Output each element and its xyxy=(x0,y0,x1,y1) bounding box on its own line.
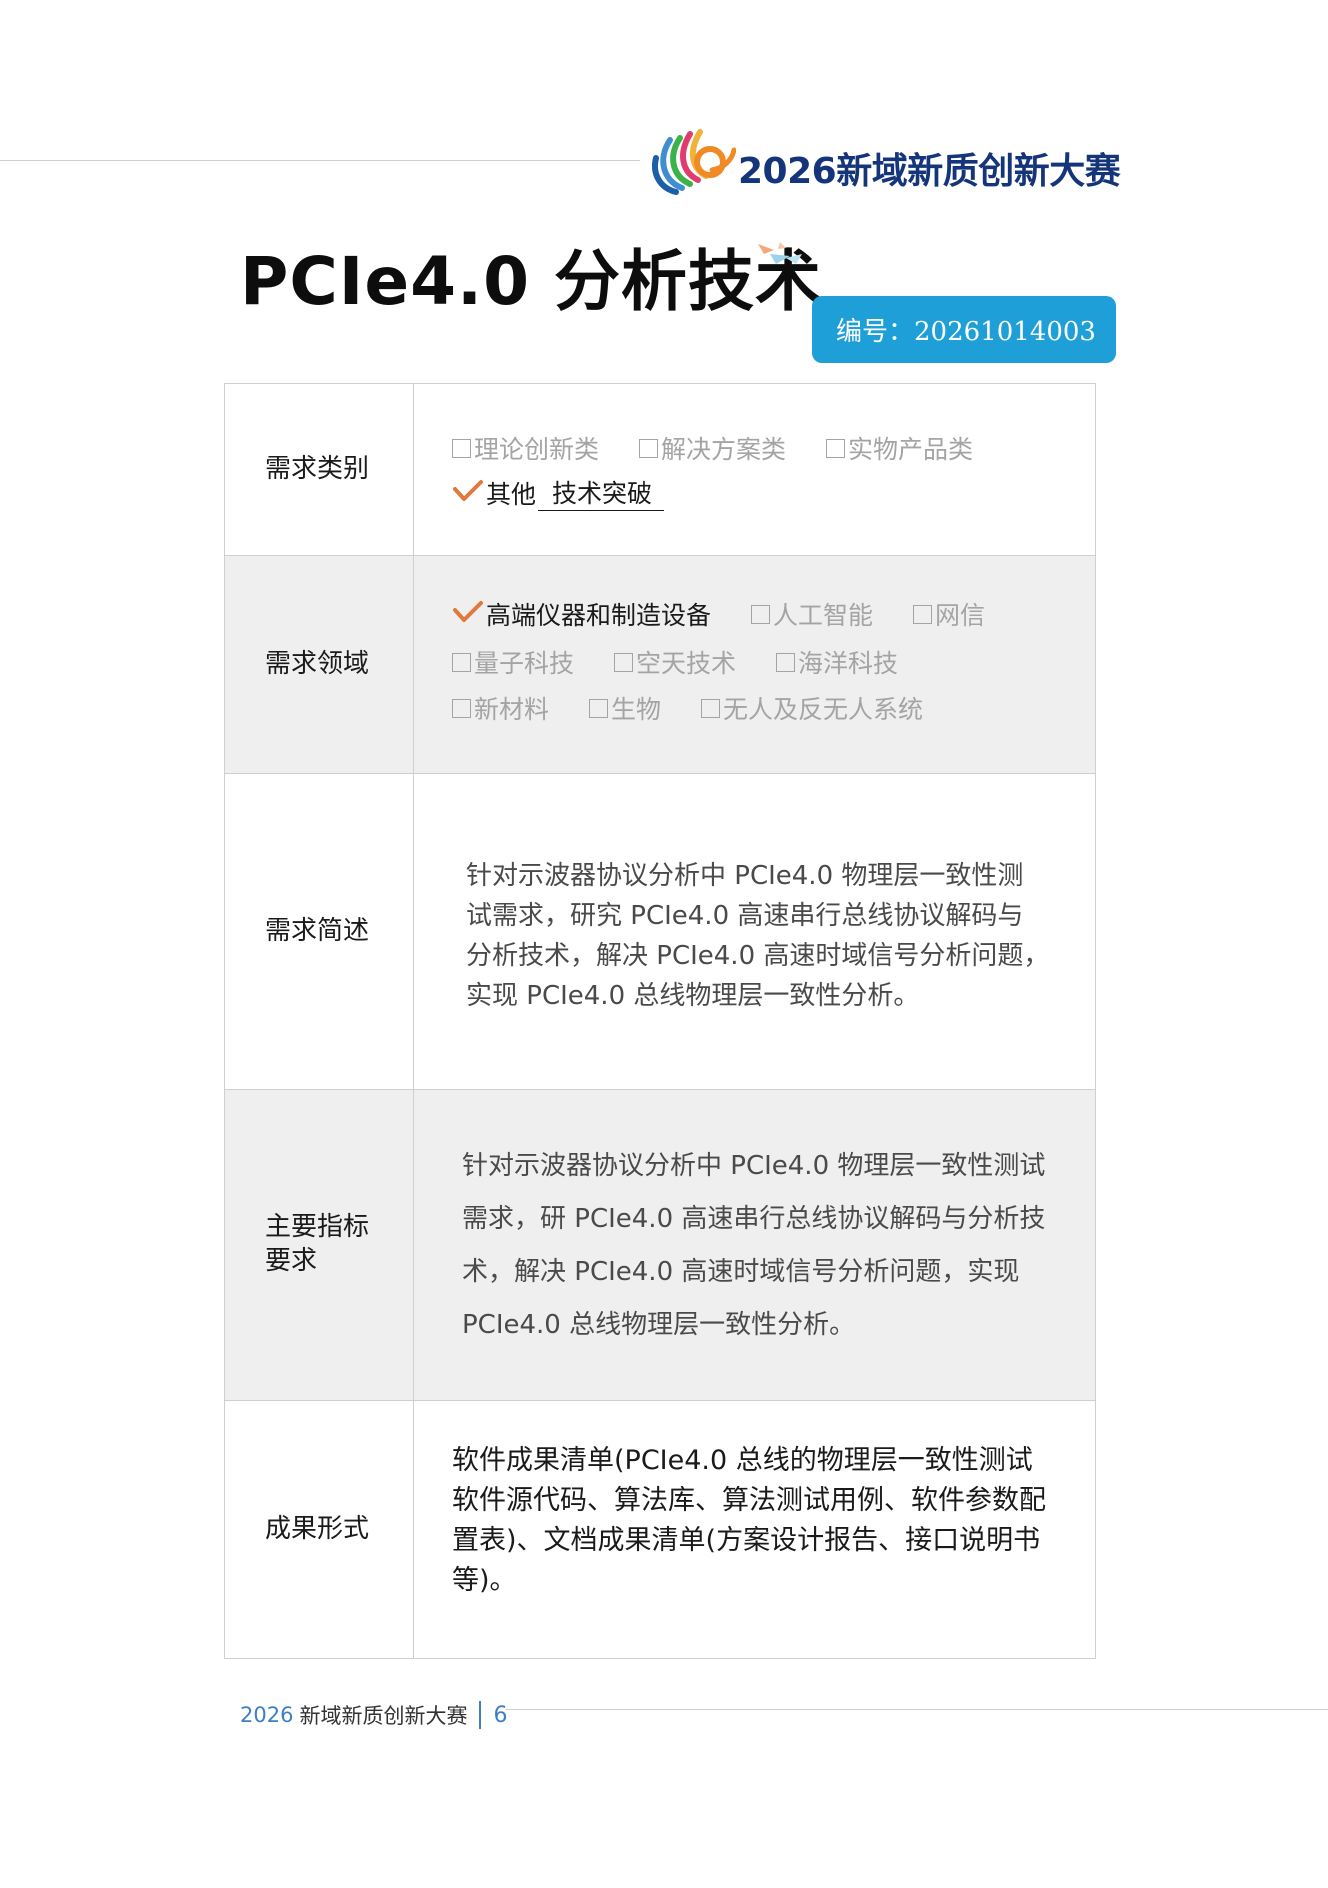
table-row-field: 需求领域 高端仪器和制造设备 人工智能 网信 量子科技 空天技术 海洋科技 新材… xyxy=(225,556,1095,774)
row-label: 需求简述 xyxy=(225,774,414,1089)
row-label: 需求类别 xyxy=(225,384,414,555)
deliverable-line: 软件源代码、算法库、算法测试用例、软件参数配 xyxy=(452,1485,1046,1516)
option-ocean[interactable]: 海洋科技 xyxy=(776,644,898,680)
page-title: PCIe4.0 分析技术 xyxy=(240,243,823,320)
row-content: 针对示波器协议分析中 PCIe4.0 物理层一致性测试 需求，研 PCIe4.0… xyxy=(414,1090,1095,1400)
deliverable-line: 等)。 xyxy=(452,1565,517,1596)
option-ai[interactable]: 人工智能 xyxy=(751,596,873,632)
table-row-category: 需求类别 理论创新类 解决方案类 实物产品类 其他 技术突破 xyxy=(225,384,1095,556)
footer-divider xyxy=(506,1709,1328,1710)
option-new-materials[interactable]: 新材料 xyxy=(452,690,549,726)
option-unmanned[interactable]: 无人及反无人系统 xyxy=(701,690,923,726)
footer-separator xyxy=(479,1701,482,1729)
option-solution[interactable]: 解决方案类 xyxy=(639,430,786,466)
brand-title: 2026新域新质创新大赛 xyxy=(738,151,1121,192)
indicator-line: 需求，研 PCIe4.0 高速串行总线协议解码与分析技 xyxy=(462,1204,1046,1234)
checkbox-icon xyxy=(614,652,634,672)
checkbox-icon xyxy=(701,698,721,718)
row-content: 针对示波器协议分析中 PCIe4.0 物理层一致性测 试需求，研究 PCIe4.… xyxy=(414,774,1095,1089)
checkbox-icon xyxy=(452,652,471,672)
option-theory-innovation[interactable]: 理论创新类 xyxy=(452,430,599,466)
table-row-deliverables: 成果形式 软件成果清单(PCIe4.0 总线的物理层一致性测试 软件源代码、算法… xyxy=(225,1401,1095,1658)
requirement-table: 需求类别 理论创新类 解决方案类 实物产品类 其他 技术突破 需求领域 高端仪器… xyxy=(224,383,1096,1659)
checkbox-icon xyxy=(639,438,659,458)
deliverable-line: 软件成果清单(PCIe4.0 总线的物理层一致性测试 xyxy=(452,1445,1033,1476)
other-value: 技术突破 xyxy=(538,474,665,511)
footer-contest-name: 新域新质创新大赛 xyxy=(299,1704,468,1728)
row-label: 需求领域 xyxy=(225,556,414,773)
option-aerospace[interactable]: 空天技术 xyxy=(614,644,736,680)
footer-year: 2026 xyxy=(240,1703,294,1727)
checkbox-icon xyxy=(589,698,609,718)
row-content: 理论创新类 解决方案类 实物产品类 其他 技术突破 xyxy=(414,384,1095,555)
checkbox-icon xyxy=(751,604,771,624)
option-cyber[interactable]: 网信 xyxy=(913,596,985,632)
option-biology[interactable]: 生物 xyxy=(589,690,661,726)
checkbox-icon xyxy=(913,604,933,624)
checkbox-icon xyxy=(776,652,796,672)
header-divider xyxy=(0,160,640,161)
summary-line: 针对示波器协议分析中 PCIe4.0 物理层一致性测 xyxy=(466,861,1024,891)
indicator-line: 术，解决 PCIe4.0 高速时域信号分析问题，实现 xyxy=(462,1257,1020,1287)
option-physical-product[interactable]: 实物产品类 xyxy=(826,430,973,466)
row-label: 主要指标要求 xyxy=(225,1090,414,1400)
summary-line: 试需求，研究 PCIe4.0 高速串行总线协议解码与 xyxy=(466,901,1024,931)
page-footer: 2026 新域新质创新大赛 6 xyxy=(240,1700,507,1730)
summary-line: 实现 PCIe4.0 总线物理层一致性分析。 xyxy=(466,981,920,1011)
checkbox-icon xyxy=(452,438,471,458)
table-row-summary: 需求简述 针对示波器协议分析中 PCIe4.0 物理层一致性测 试需求，研究 P… xyxy=(225,774,1095,1090)
row-content: 软件成果清单(PCIe4.0 总线的物理层一致性测试 软件源代码、算法库、算法测… xyxy=(414,1401,1095,1658)
deliverable-line: 置表)、文档成果清单(方案设计报告、接口说明书 xyxy=(452,1525,1041,1556)
option-quantum[interactable]: 量子科技 xyxy=(452,644,574,680)
checkbox-icon xyxy=(826,438,846,458)
row-content: 高端仪器和制造设备 人工智能 网信 量子科技 空天技术 海洋科技 新材料 生物 … xyxy=(414,556,1095,773)
sparkle-decoration-icon xyxy=(758,242,802,264)
option-high-end-instruments[interactable]: 高端仪器和制造设备 xyxy=(452,596,711,632)
indicator-line: 针对示波器协议分析中 PCIe4.0 物理层一致性测试 xyxy=(462,1151,1046,1181)
indicator-line: PCIe4.0 总线物理层一致性分析。 xyxy=(462,1310,856,1340)
project-code-badge: 编号：20261014003 xyxy=(812,296,1116,363)
table-row-indicators: 主要指标要求 针对示波器协议分析中 PCIe4.0 物理层一致性测试 需求，研 … xyxy=(225,1090,1095,1401)
checkmark-icon xyxy=(453,479,483,501)
contest-logo-icon xyxy=(652,129,736,195)
summary-line: 分析技术，解决 PCIe4.0 高速时域信号分析问题， xyxy=(466,941,1050,971)
option-other[interactable]: 其他 技术突破 xyxy=(452,474,665,511)
checkbox-icon xyxy=(452,698,471,718)
row-label: 成果形式 xyxy=(225,1401,414,1658)
page-number: 6 xyxy=(493,1702,508,1728)
checkmark-icon xyxy=(453,601,483,622)
